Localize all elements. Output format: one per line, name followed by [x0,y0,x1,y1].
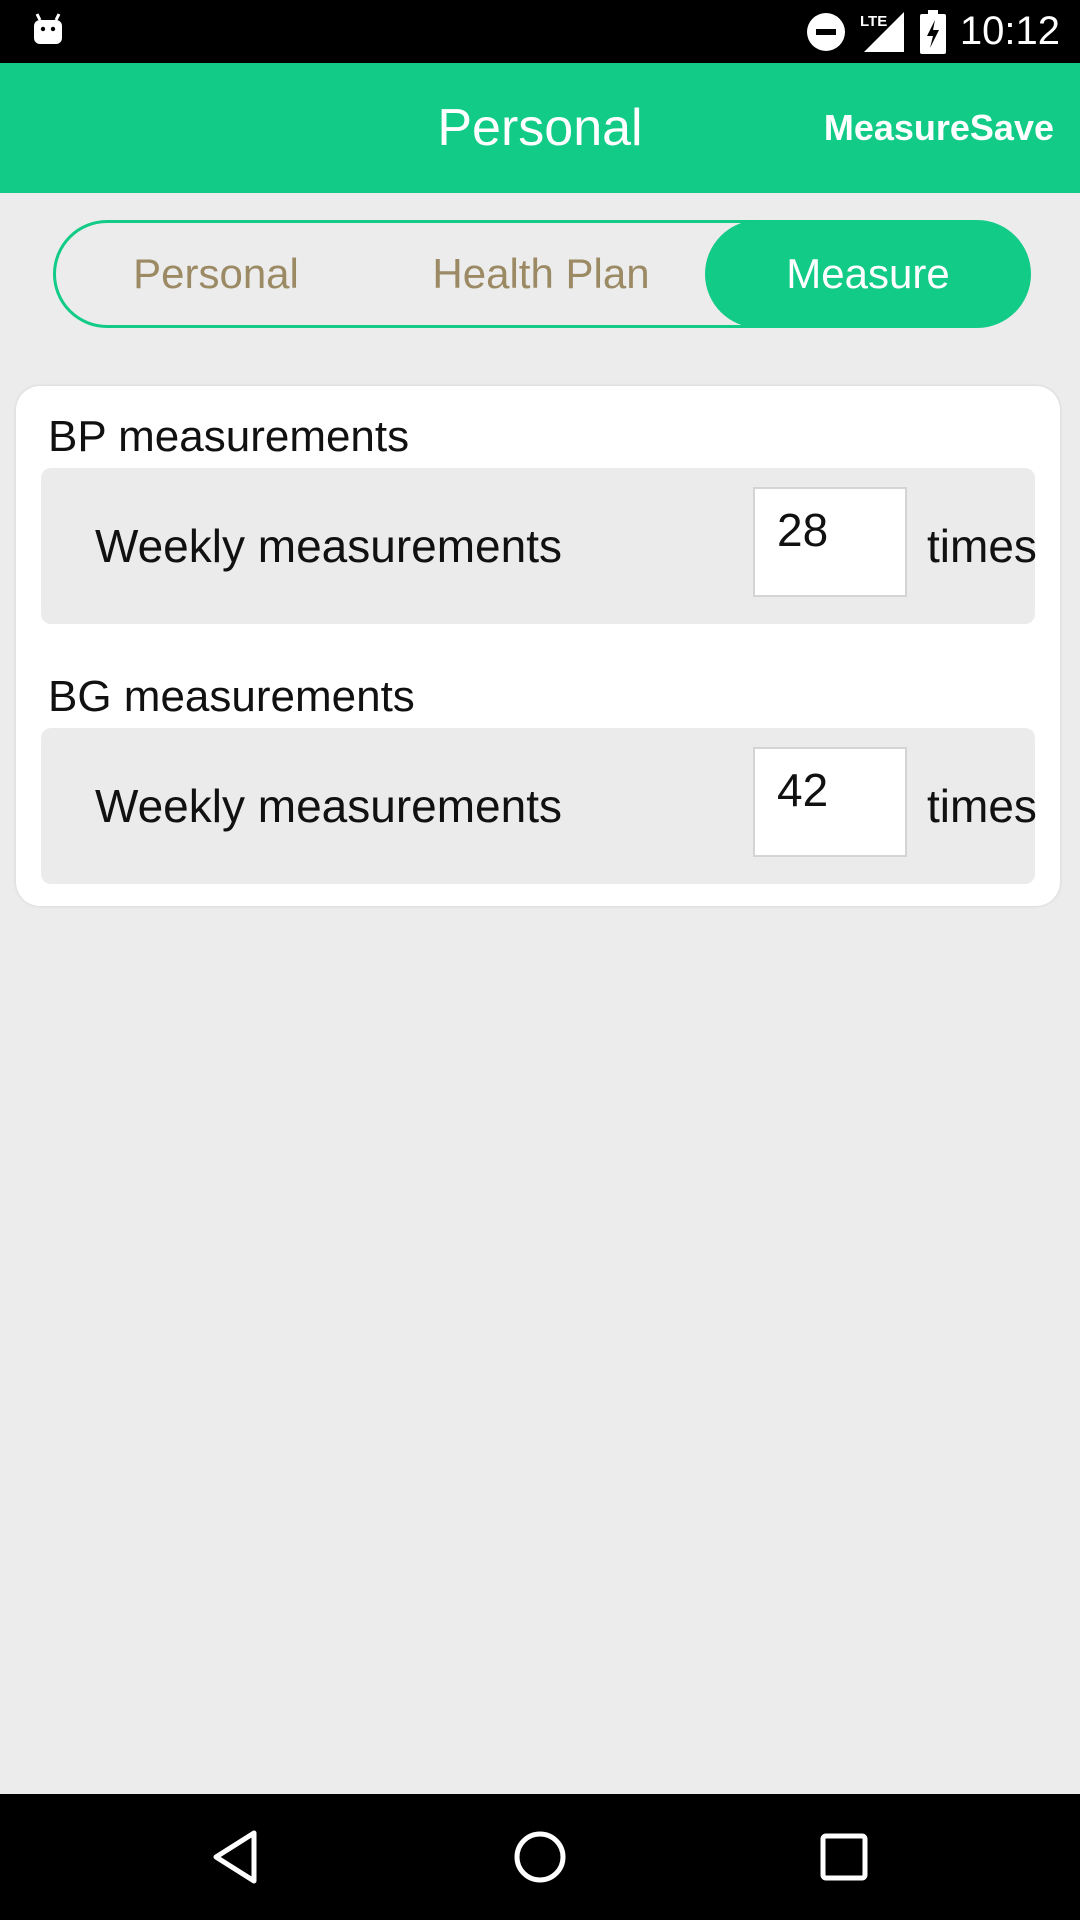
tab-measure[interactable]: Measure [705,220,1031,328]
do-not-disturb-icon [806,12,845,51]
signal-icon: LTE [860,11,904,52]
bg-section-title: BG measurements [48,672,415,721]
recents-icon[interactable] [814,1827,874,1887]
network-type-label: LTE [860,13,887,30]
tab-health-plan[interactable]: Health Plan [376,220,706,328]
measurement-card: BP measurements Weekly measurements 28 t… [16,386,1060,906]
bg-weekly-row: Weekly measurements 42 times [41,728,1037,884]
bp-weekly-input[interactable]: 28 [753,487,907,597]
battery-charging-icon [919,9,946,54]
navigation-bar [0,1794,1080,1920]
home-icon[interactable] [510,1827,570,1887]
bp-weekly-label: Weekly measurements [95,520,562,572]
bp-weekly-row: Weekly measurements 28 times [41,468,1037,624]
app-bar: Personal MeasureSave [0,63,1080,193]
measure-save-button[interactable]: MeasureSave [824,63,1054,193]
status-bar: LTE 10:12 [0,0,1080,63]
back-icon[interactable] [206,1827,266,1887]
android-icon [34,13,62,44]
status-time: 10:12 [959,9,1060,53]
bp-weekly-unit: times [927,520,1037,572]
segmented-tab-control: Personal Health Plan Measure [53,220,1031,328]
bg-weekly-input[interactable]: 42 [753,747,907,857]
bg-weekly-label: Weekly measurements [95,780,562,832]
bg-weekly-unit: times [927,780,1037,832]
bp-section-title: BP measurements [48,412,410,461]
tab-personal[interactable]: Personal [56,220,376,328]
